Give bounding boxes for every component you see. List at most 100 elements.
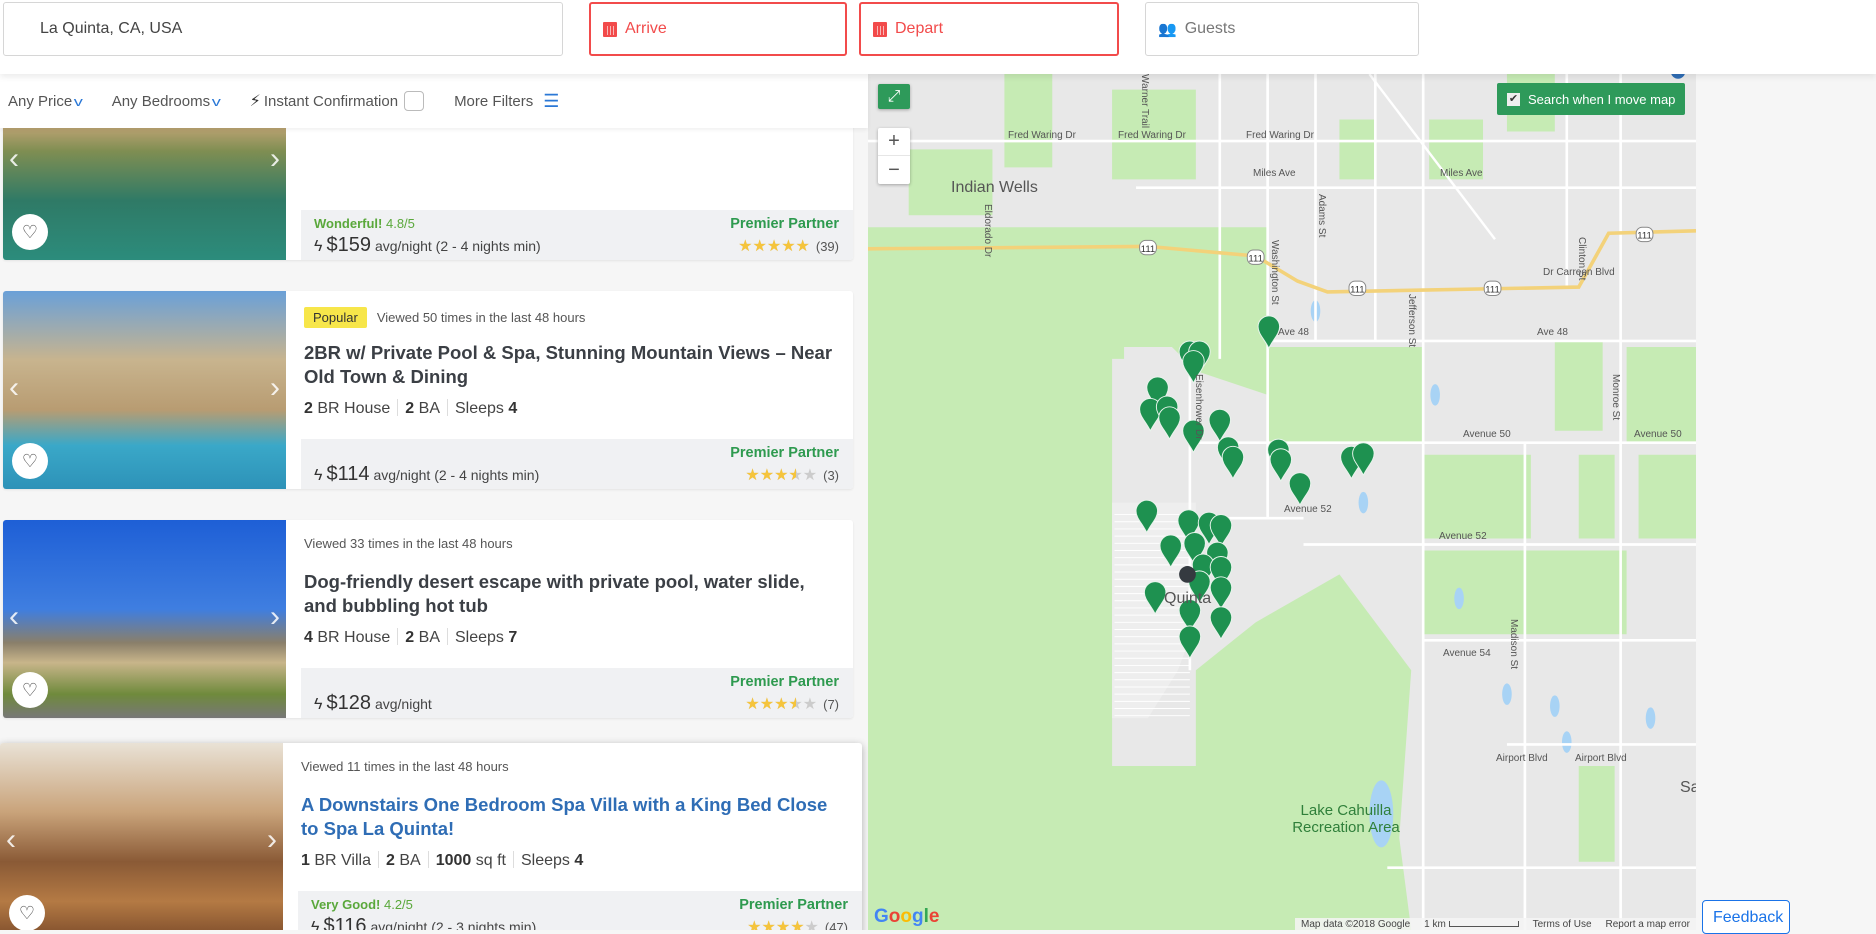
price-filter-label: Any Price — [8, 92, 73, 110]
spec-value: 2 — [405, 400, 415, 417]
spec-value: 7 — [508, 629, 518, 646]
spec-label: Sleeps — [454, 400, 504, 417]
spec-label: BA — [418, 629, 440, 646]
expand-icon: ⤢ — [887, 87, 901, 105]
listing-photo[interactable]: ‹ › ♡ — [0, 743, 283, 930]
listing-info: Popular Viewed 50 times in the last 48 ho… — [301, 291, 853, 489]
heart-icon: ♡ — [21, 221, 39, 242]
search-when-move-label: Search when I move map — [1528, 91, 1676, 107]
listing-card[interactable]: ‹ › ♡ Viewed 33 times in the last 48 hou… — [3, 520, 853, 718]
next-photo-arrow[interactable]: › — [270, 371, 280, 405]
heart-icon: ♡ — [18, 902, 36, 923]
listing-results[interactable]: ‹ › ♡ Netflix provided! 3 BR House2 BA18… — [0, 74, 868, 930]
map-canvas[interactable]: 111 111 111 111 111 — [868, 74, 1696, 930]
prev-photo-arrow[interactable]: ‹ — [6, 823, 16, 857]
water — [1561, 731, 1572, 753]
price-filter[interactable]: Any Price v — [8, 92, 84, 110]
favorite-heart-button[interactable]: ♡ — [9, 895, 45, 930]
listing-card[interactable]: ‹ › ♡ Viewed 11 times in the last 48 hou… — [0, 743, 862, 930]
star-rating: ★★★★★★★★★★ (47) — [747, 917, 848, 930]
search-when-move-checkbox[interactable]: ✔ — [1507, 92, 1520, 106]
listing-footer: Very Good! 4.2/5 ϟ $116 avg/night (2 - 3 n… — [298, 891, 862, 930]
prev-photo-arrow[interactable]: ‹ — [9, 142, 19, 176]
listing-info: Viewed 33 times in the last 48 hours Dog… — [301, 520, 853, 718]
zoom-in-button[interactable]: + — [878, 128, 910, 156]
stars-icon: ★★★★★★★★★★ — [738, 238, 810, 255]
location-input[interactable]: La Quinta, CA, USA — [3, 2, 563, 56]
zoom-out-button[interactable]: − — [878, 156, 910, 184]
instant-confirmation-filter[interactable]: ⚡︎ Instant Confirmation — [250, 91, 425, 111]
calendar-icon — [603, 21, 617, 37]
spec-value: 1 — [301, 852, 310, 869]
listing-title[interactable]: A Downstairs One Bedroom Spa Villa with … — [301, 793, 831, 841]
more-filters-label: More Filters — [454, 92, 534, 110]
map-label: Ave 48 — [1537, 327, 1568, 338]
map-label: Sa — [1680, 779, 1696, 796]
listing-card[interactable]: ‹ › ♡ Popular Viewed 50 times in the last… — [3, 291, 853, 489]
next-photo-arrow[interactable]: › — [270, 600, 280, 634]
map-label: Avenue 54 — [1443, 648, 1491, 659]
instant-confirmation-checkbox[interactable] — [404, 91, 425, 111]
map-data-text: Map data ©2018 Google — [1301, 918, 1411, 930]
listing-photo[interactable]: ‹ › ♡ — [3, 520, 286, 718]
map-label: Avenue 50 — [1463, 429, 1511, 440]
divider — [512, 851, 514, 868]
arrive-date-input[interactable]: Arrive — [589, 2, 847, 56]
depart-date-input[interactable]: Depart — [859, 2, 1119, 56]
divider — [397, 399, 399, 416]
next-photo-arrow[interactable]: › — [270, 142, 280, 176]
water — [1454, 587, 1464, 610]
listing-title[interactable]: 2BR w/ Private Pool & Spa, Stunning Moun… — [304, 341, 834, 389]
bedrooms-filter-label: Any Bedrooms — [111, 92, 211, 110]
highway-shield-label: 111 — [1485, 284, 1500, 295]
prev-photo-arrow[interactable]: ‹ — [9, 600, 19, 634]
search-header: La Quinta, CA, USA Arrive Depart 👥 Guests — [0, 0, 1876, 74]
review-count: (7) — [823, 696, 839, 712]
listing-info: Viewed 11 times in the last 48 hours A D… — [298, 743, 862, 930]
listing-photo[interactable]: ‹ › ♡ — [3, 291, 286, 489]
map-label: Eldorado Dr — [982, 204, 993, 258]
review-score: 4.8/5 — [385, 216, 415, 231]
map-label: Madison St — [1508, 619, 1519, 670]
lightning-icon: ϟ — [314, 238, 323, 255]
guests-placeholder: Guests — [1184, 20, 1236, 37]
listing-meta: Popular Viewed 50 times in the last 48 ho… — [304, 307, 585, 328]
bedrooms-filter[interactable]: Any Bedrooms v — [111, 92, 221, 110]
chevron-down-icon: v — [73, 93, 84, 109]
lightning-icon: ϟ — [314, 467, 323, 484]
spec-label: BR House — [317, 400, 391, 417]
map-label: Jefferson St — [1406, 294, 1417, 348]
listing-footer: ϟ $114 avg/night (2 - 4 nights min) Premie… — [301, 439, 853, 489]
next-photo-arrow[interactable]: › — [267, 823, 277, 857]
price-note: avg/night (2 - 3 nights min) — [370, 919, 537, 930]
price: ϟ $116 avg/night (2 - 3 nights min) — [311, 915, 536, 930]
spec-value: 2 — [385, 852, 395, 869]
star-rating: ★★★★★ ★★★★★ (39) — [738, 236, 839, 256]
green-area — [1578, 454, 1615, 539]
heart-icon: ♡ — [21, 450, 39, 471]
review-count: (3) — [823, 467, 839, 483]
scale-label: 1 km — [1424, 918, 1446, 930]
price-value: $128 — [326, 692, 371, 714]
listing-title[interactable]: Dog-friendly desert escape with private … — [304, 570, 834, 618]
terms-link[interactable]: Terms of Use — [1533, 919, 1592, 930]
more-filters-button[interactable]: More Filters ☰ — [454, 91, 559, 112]
green-area — [1004, 74, 1053, 168]
favorite-heart-button[interactable]: ♡ — [12, 672, 48, 708]
map-label: Fred Waring Dr — [1008, 130, 1076, 141]
map[interactable]: 111 111 111 111 111 Indian Wells Fred Waring … — [868, 74, 1696, 930]
guests-input[interactable]: 👥 Guests — [1145, 2, 1419, 56]
favorite-heart-button[interactable]: ♡ — [12, 214, 48, 250]
calendar-icon — [873, 21, 887, 37]
expand-map-button[interactable]: ⤢ — [878, 84, 910, 109]
premier-partner-label: Premier Partner — [730, 216, 839, 232]
review-summary: Wonderful! 4.8/5 — [314, 216, 415, 231]
price: ϟ $128 avg/night — [314, 692, 432, 715]
favorite-heart-button[interactable]: ♡ — [12, 443, 48, 479]
search-when-move-toggle[interactable]: ✔ Search when I move map — [1497, 83, 1685, 115]
feedback-button[interactable]: Feedback — [1702, 900, 1790, 934]
location-value: La Quinta, CA, USA — [40, 20, 183, 37]
prev-photo-arrow[interactable]: ‹ — [9, 371, 19, 405]
report-error-link[interactable]: Report a map error — [1606, 919, 1690, 930]
divider — [377, 851, 379, 868]
